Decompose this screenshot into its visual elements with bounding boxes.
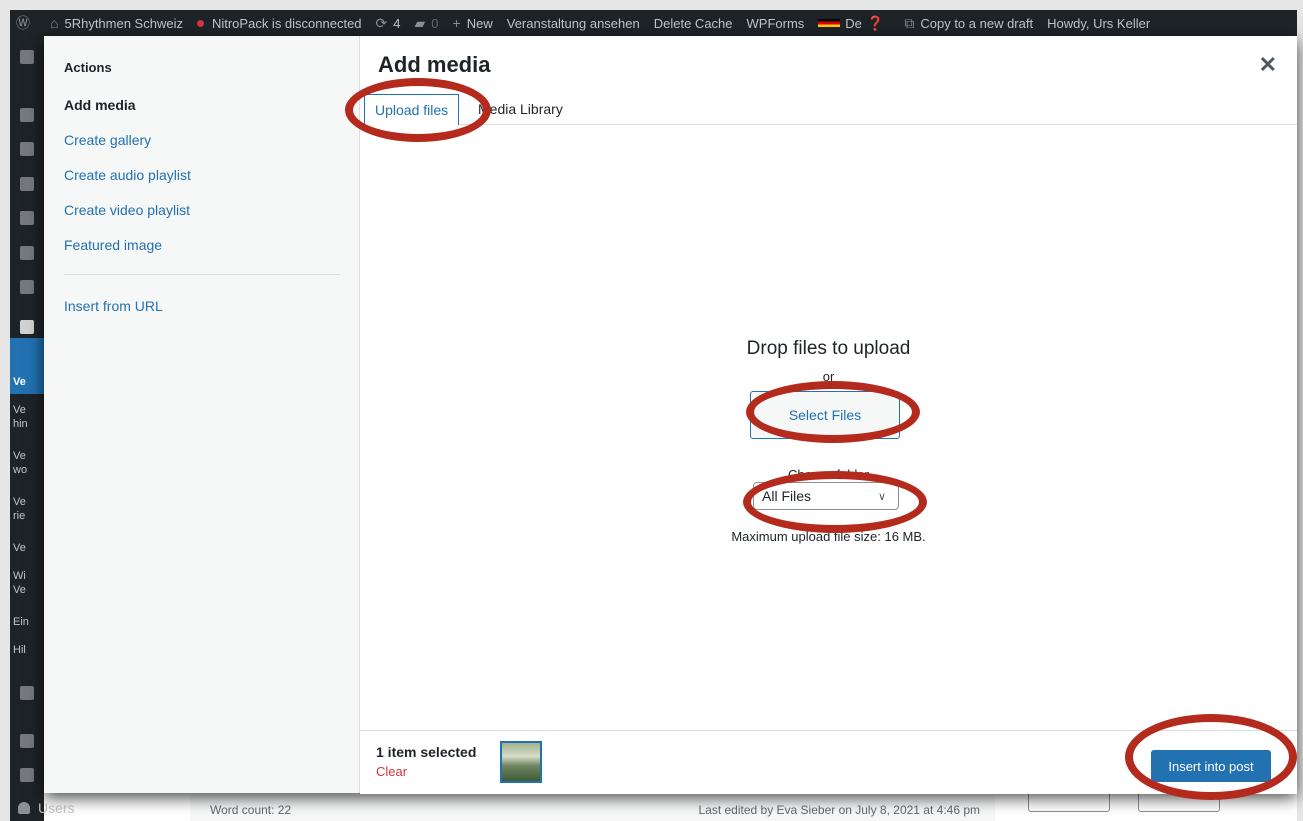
router-tabs: Upload files Media Library (360, 88, 1297, 125)
event-time-fields (1000, 790, 1297, 821)
menu-label: hin (13, 418, 28, 430)
admin-bar: Ⓦ ⌂ 5Rhythmen Schweiz NitroPack is disco… (10, 10, 1297, 36)
comments-icon[interactable] (20, 280, 34, 294)
media-icon[interactable] (20, 211, 34, 225)
home-icon: ⌂ (50, 15, 59, 31)
menu-label[interactable]: Ein (13, 616, 29, 628)
tools-icon[interactable] (20, 734, 34, 748)
menu-label[interactable]: Ve (13, 376, 26, 388)
selection-count: 1 item selected (376, 744, 477, 760)
close-icon[interactable]: ✕ (1259, 52, 1277, 78)
pin-icon[interactable] (20, 108, 34, 122)
settings-icon[interactable] (20, 768, 34, 782)
menu-label: wo (13, 464, 28, 476)
last-edited: Last edited by Eva Sieber on July 8, 202… (698, 803, 980, 817)
menu-item-add-media[interactable]: Add media (64, 97, 136, 113)
drop-title: Drop files to upload (746, 338, 911, 359)
sidebar-item-users[interactable]: Users (18, 800, 75, 816)
clear-selection-link[interactable]: Clear (376, 764, 407, 779)
help-icon: ❓ (866, 14, 885, 31)
chevron-down-icon: ∨ (877, 490, 886, 503)
new-content-link[interactable]: + New (453, 15, 493, 31)
menu-label: Ve (13, 584, 26, 596)
screenshot-border (1297, 10, 1303, 821)
menu-item-featured-image[interactable]: Featured image (64, 237, 162, 253)
menu-heading: Actions (64, 60, 112, 75)
comments-link[interactable]: ▰ 0 (415, 15, 439, 32)
copy-draft-link[interactable]: ⧉ Copy to a new draft (904, 15, 1033, 32)
media-modal: Actions Add media Create gallery Create … (44, 36, 1297, 794)
events-icon (20, 320, 34, 334)
pages-icon[interactable] (20, 246, 34, 260)
pin-icon[interactable] (20, 177, 34, 191)
menu-label[interactable]: Hil (13, 644, 26, 656)
modal-title: Add media (378, 52, 491, 77)
media-menu: Actions Add media Create gallery Create … (44, 36, 360, 793)
german-flag-icon (818, 19, 841, 27)
folder-filter-label: Choose folder (788, 467, 869, 482)
tab-upload-files[interactable]: Upload files (364, 94, 460, 125)
language-switcher[interactable]: De ❓ (818, 15, 890, 32)
dashboard-icon[interactable] (20, 50, 34, 64)
menu-label[interactable]: Ve (13, 404, 26, 416)
folder-filter-select[interactable]: All Files ∨ (753, 482, 899, 510)
max-upload-size: Maximum upload file size: 16 MB. (731, 529, 926, 544)
screenshot-border (0, 0, 1303, 10)
nitropack-status[interactable]: NitroPack is disconnected (196, 16, 362, 31)
menu-item-create-audio-playlist[interactable]: Create audio playlist (64, 167, 191, 183)
user-account-link[interactable]: Howdy, Urs Keller (1047, 16, 1150, 31)
insert-into-post-button[interactable]: Insert into post (1151, 750, 1271, 782)
editor-status-bar: Word count: 22 Last edited by Eva Sieber… (190, 795, 995, 821)
menu-label[interactable]: Ve (13, 496, 26, 508)
screenshot-border (0, 10, 10, 821)
menu-label[interactable]: Wi (13, 570, 26, 582)
delete-cache-link[interactable]: Delete Cache (654, 16, 733, 31)
word-count: Word count: 22 (210, 803, 292, 817)
forms-icon[interactable] (20, 686, 34, 700)
media-toolbar: 1 item selected Clear Insert into post (360, 730, 1297, 794)
menu-item-create-gallery[interactable]: Create gallery (64, 132, 151, 148)
plus-icon: + (452, 15, 461, 31)
admin-sidebar: Ve Ve hin Ve wo Ve rie Ve Wi Ve Ein Hil (10, 36, 44, 821)
page-icon[interactable] (20, 142, 34, 156)
menu-item-create-video-playlist[interactable]: Create video playlist (64, 202, 190, 218)
status-dot-icon (196, 19, 204, 27)
menu-separator (64, 274, 340, 275)
user-icon (18, 802, 30, 814)
view-event-link[interactable]: Veranstaltung ansehen (507, 16, 640, 31)
menu-label[interactable]: Ve (13, 450, 26, 462)
menu-label: rie (13, 510, 26, 522)
select-files-button[interactable]: Select Files (750, 391, 900, 439)
updates-link[interactable]: ⟳ 4 (376, 15, 401, 32)
selected-attachment-thumbnail[interactable] (500, 741, 542, 783)
updates-icon: ⟳ (375, 14, 388, 31)
comment-icon: ▰ (414, 14, 426, 31)
or-text: or (822, 369, 835, 384)
upload-dropzone[interactable]: Drop files to upload or Select Files Cho… (360, 125, 1297, 730)
wpforms-link[interactable]: WPForms (747, 16, 805, 31)
wordpress-logo-icon[interactable]: Ⓦ (16, 13, 36, 33)
tab-media-library[interactable]: Media Library (468, 94, 573, 124)
menu-item-insert-from-url[interactable]: Insert from URL (64, 298, 163, 314)
menu-label[interactable]: Ve (13, 542, 26, 554)
site-name-link[interactable]: ⌂ 5Rhythmen Schweiz (50, 15, 183, 31)
copy-icon: ⧉ (904, 14, 915, 31)
